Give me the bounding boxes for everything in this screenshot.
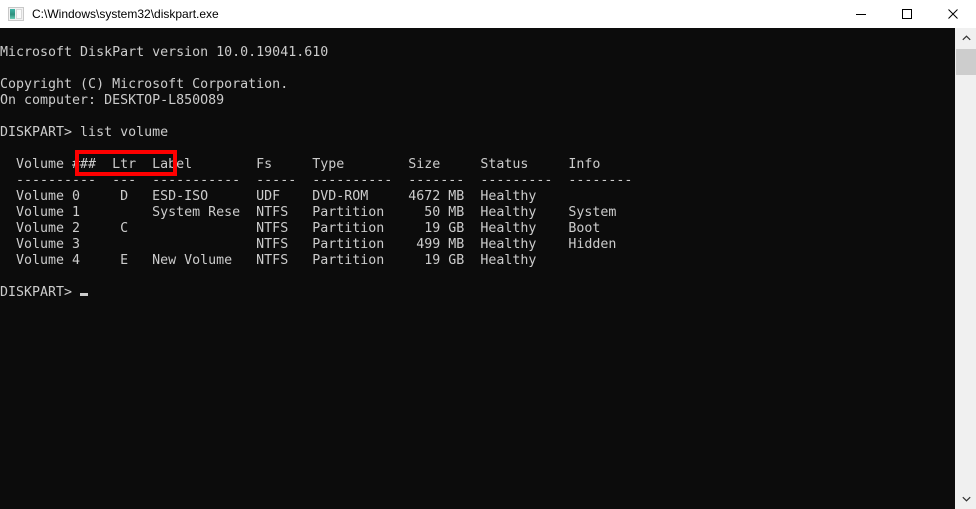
console-text: Microsoft DiskPart version 10.0.19041.61… bbox=[0, 45, 633, 300]
scrollbar-track[interactable] bbox=[956, 48, 976, 489]
close-icon bbox=[948, 9, 958, 19]
console-output-area[interactable]: Microsoft DiskPart version 10.0.19041.61… bbox=[0, 28, 955, 509]
chevron-down-icon bbox=[962, 496, 971, 502]
console-window-icon bbox=[8, 6, 24, 22]
close-button[interactable] bbox=[930, 0, 976, 28]
maximize-button[interactable] bbox=[884, 0, 930, 28]
text-cursor bbox=[80, 293, 88, 296]
minimize-button[interactable] bbox=[838, 0, 884, 28]
scrollbar-thumb[interactable] bbox=[956, 49, 976, 75]
title-bar[interactable]: C:\Windows\system32\diskpart.exe bbox=[0, 0, 976, 28]
minimize-icon bbox=[856, 14, 866, 15]
vertical-scrollbar[interactable] bbox=[955, 28, 976, 509]
window-title: C:\Windows\system32\diskpart.exe bbox=[32, 7, 219, 21]
caption-buttons bbox=[838, 0, 976, 28]
chevron-up-icon bbox=[962, 35, 971, 41]
scroll-up-button[interactable] bbox=[956, 28, 976, 48]
scroll-down-button[interactable] bbox=[956, 489, 976, 509]
maximize-icon bbox=[902, 9, 912, 19]
diskpart-console-window: C:\Windows\system32\diskpart.exe Microso… bbox=[0, 0, 976, 509]
